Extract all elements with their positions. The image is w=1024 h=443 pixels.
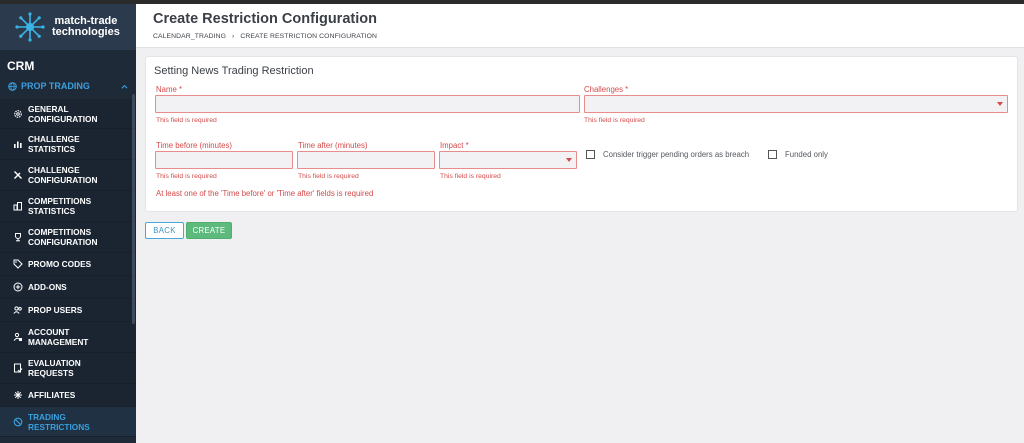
sidebar-item-label: GENERAL CONFIGURATION [28, 103, 98, 124]
create-button[interactable]: CREATE [186, 222, 232, 239]
account-lock-icon [12, 332, 23, 343]
network-icon [12, 390, 23, 401]
sidebar-item-general-configuration[interactable]: GENERAL CONFIGURATION [0, 99, 136, 129]
crm-heading: CRM [7, 59, 35, 73]
sidebar-item-label: ADD-ONS [28, 282, 67, 292]
tools-icon [12, 170, 23, 181]
form-section-title: Setting News Trading Restriction [154, 65, 314, 77]
name-error: This field is required [156, 117, 217, 124]
funded-only-label: Funded only [785, 150, 828, 159]
back-button[interactable]: BACK [145, 222, 184, 239]
sidebar-item-label: COMPETITIONS STATISTICS [28, 196, 92, 216]
globe-icon [8, 81, 17, 91]
pending-orders-label: Consider trigger pending orders as breac… [603, 150, 750, 159]
document-check-icon [12, 363, 23, 374]
sidebar-item-label: AFFILIATES [28, 390, 76, 400]
name-input[interactable] [155, 95, 580, 113]
sidebar-item-label: CHALLENGE STATISTICS [28, 134, 80, 154]
funded-only-checkbox[interactable] [768, 150, 777, 159]
trophy-icon [12, 232, 23, 243]
challenges-select[interactable] [584, 95, 1008, 113]
sidebar-item-label: PROMO CODES [28, 259, 92, 269]
time-before-label: Time before (minutes) [156, 141, 232, 150]
sidebar-item-challenge-configuration[interactable]: CHALLENGE CONFIGURATION [0, 160, 136, 191]
brand-line-2: technologies [52, 26, 120, 38]
page-header: Create Restriction Configuration CALENDA… [136, 4, 1024, 48]
plus-circle-icon [12, 282, 23, 293]
sidebar-item-label: TRADING RESTRICTIONS [28, 411, 90, 432]
sidebar-item-label: COMPETITIONS CONFIGURATION [28, 227, 98, 247]
challenges-error: This field is required [584, 117, 645, 124]
tag-icon [12, 259, 23, 270]
logo-mark-icon [15, 12, 45, 42]
sidebar-item-affiliates[interactable]: AFFILIATES [0, 384, 136, 407]
sidebar-item-challenge-statistics[interactable]: CHALLENGE STATISTICS [0, 129, 136, 160]
breadcrumb-separator: › [231, 33, 235, 40]
sidebar-item-competitions-configuration[interactable]: COMPETITIONS CONFIGURATION [0, 222, 136, 253]
chevron-down-icon [566, 158, 572, 162]
time-after-input[interactable] [297, 151, 435, 169]
time-before-error: This field is required [156, 173, 217, 180]
section-label: PROP TRADING [21, 81, 90, 91]
page-title: Create Restriction Configuration [153, 11, 377, 27]
sidebar-item-label: ACCOUNT MANAGEMENT [28, 327, 89, 347]
users-icon [12, 305, 23, 316]
impact-error: This field is required [440, 173, 501, 180]
time-after-label: Time after (minutes) [298, 141, 368, 150]
block-icon [12, 416, 23, 427]
sidebar-item-prop-users[interactable]: PROP USERS [0, 299, 136, 322]
name-label: Name * [156, 85, 182, 94]
time-fields-note: At least one of the 'Time before' or 'Ti… [156, 189, 374, 198]
sidebar-item-promo-codes[interactable]: PROMO CODES [0, 253, 136, 276]
gear-icon [12, 108, 23, 119]
pending-orders-checkbox[interactable] [586, 150, 595, 159]
sidebar-nav: GENERAL CONFIGURATION CHALLENGE STATISTICS… [0, 99, 136, 437]
sidebar-item-account-management[interactable]: ACCOUNT MANAGEMENT [0, 322, 136, 353]
breadcrumb-item-calendar-trading[interactable]: CALENDAR_TRADING [153, 33, 226, 40]
sidebar: match-trade technologies CRM PROP TRADIN… [0, 4, 136, 443]
time-after-error: This field is required [298, 173, 359, 180]
brand-logo[interactable]: match-trade technologies [0, 4, 136, 50]
time-before-input[interactable] [155, 151, 293, 169]
sidebar-item-add-ons[interactable]: ADD-ONS [0, 276, 136, 299]
chevron-down-icon [997, 102, 1003, 106]
sidebar-item-label: CHALLENGE CONFIGURATION [28, 165, 98, 185]
buildings-icon [12, 201, 23, 212]
challenges-label: Challenges * [584, 85, 629, 94]
breadcrumb: CALENDAR_TRADING › CREATE RESTRICTION CO… [153, 33, 1024, 40]
impact-label: Impact * [440, 141, 469, 150]
breadcrumb-item-current: CREATE RESTRICTION CONFIGURATION [240, 33, 377, 40]
bar-chart-icon [12, 139, 23, 150]
sidebar-item-competitions-statistics[interactable]: COMPETITIONS STATISTICS [0, 191, 136, 222]
brand-name: match-trade technologies [52, 16, 120, 38]
prop-trading-section[interactable]: PROP TRADING [0, 78, 136, 94]
sidebar-item-label: PROP USERS [28, 305, 83, 315]
sidebar-item-label: EVALUATION REQUESTS [28, 358, 81, 378]
sidebar-item-evaluation-requests[interactable]: EVALUATION REQUESTS [0, 353, 136, 384]
restriction-form-card: Setting News Trading Restriction Name * … [145, 56, 1018, 212]
impact-select[interactable] [439, 151, 577, 169]
sidebar-item-trading-restrictions[interactable]: TRADING RESTRICTIONS [0, 407, 136, 437]
chevron-up-icon [121, 84, 128, 89]
sidebar-scrollbar[interactable] [132, 94, 135, 324]
